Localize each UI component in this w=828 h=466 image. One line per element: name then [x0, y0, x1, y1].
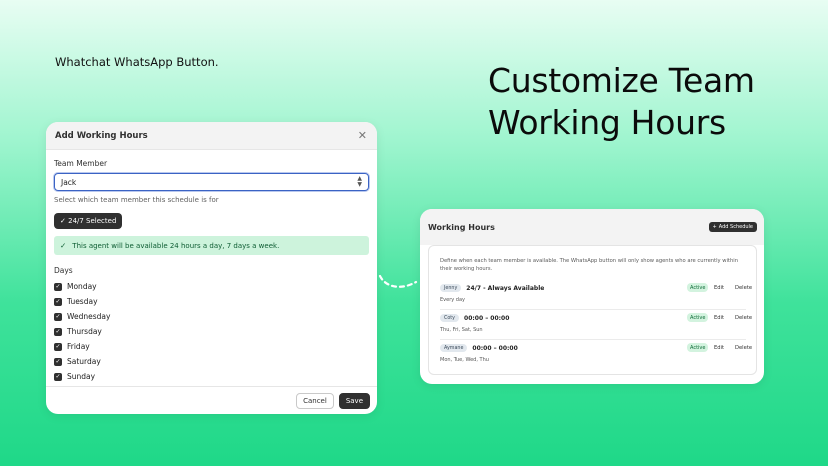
check-icon: ✓ [60, 241, 67, 250]
member-name-badge: Aymane [440, 344, 468, 352]
add-schedule-label: Add Schedule [718, 224, 753, 230]
member-name-badge: Coty [440, 314, 460, 322]
day-label: Friday [67, 342, 90, 351]
close-icon[interactable]: ✕ [358, 130, 367, 141]
day-label: Wednesday [67, 312, 111, 321]
schedule-row: Jenny 24/7 - Always Available Every day … [440, 282, 752, 310]
delete-button[interactable]: Delete [735, 315, 752, 321]
add-working-hours-modal: Add Working Hours ✕ Team Member Jack ▲ ▼ … [46, 122, 377, 414]
checkbox-checked-icon[interactable]: ✓ [54, 357, 62, 366]
connector-decoration [378, 274, 418, 288]
working-hours-description: Define when each team member is availabl… [440, 258, 738, 272]
working-hours-title: Working Hours [428, 223, 495, 232]
modal-footer: Cancel Save [46, 386, 377, 414]
schedule-list-card: Define when each team member is availabl… [428, 245, 757, 375]
schedule-row: Aymane 00:00 – 00:00 Mon, Tue, Wed, Thu … [440, 342, 752, 370]
team-member-value: Jack [61, 177, 77, 187]
chevron-up-down-icon: ▲ ▼ [357, 175, 362, 188]
day-label: Thursday [67, 327, 102, 336]
add-schedule-button[interactable]: + Add Schedule [708, 222, 757, 232]
working-hours-header: Working Hours + Add Schedule [420, 209, 764, 245]
status-badge: Active [687, 313, 709, 322]
availability-banner: ✓ This agent will be available 24 hours … [54, 236, 369, 255]
day-checkbox-friday[interactable]: ✓ Friday [54, 339, 369, 354]
working-hours-panel: Working Hours + Add Schedule Define when… [420, 209, 764, 384]
day-checkbox-saturday[interactable]: ✓ Saturday [54, 354, 369, 369]
headline-line-2: Working Hours [488, 103, 726, 142]
team-member-label: Team Member [54, 159, 108, 168]
day-label: Tuesday [67, 297, 98, 306]
schedule-days: Thu, Fri, Sat, Sun [440, 327, 483, 333]
headline: Customize Team Working Hours [488, 60, 755, 144]
plus-icon: + [712, 224, 717, 230]
day-checkbox-thursday[interactable]: ✓ Thursday [54, 324, 369, 339]
day-checkbox-sunday[interactable]: ✓ Sunday [54, 369, 369, 384]
modal-body: Team Member Jack ▲ ▼ Select which team me… [46, 150, 377, 384]
status-badge: Active [687, 283, 709, 292]
edit-button[interactable]: Edit [714, 345, 724, 351]
days-list: ✓ Monday ✓ Tuesday ✓ Wednesday ✓ Thursda… [54, 279, 369, 384]
schedule-days: Every day [440, 297, 465, 303]
availability-banner-text: This agent will be available 24 hours a … [72, 241, 280, 250]
team-member-help-text: Select which team member this schedule i… [54, 196, 219, 204]
modal-header: Add Working Hours ✕ [46, 122, 377, 150]
day-label: Sunday [67, 372, 96, 381]
checkbox-checked-icon[interactable]: ✓ [54, 327, 62, 336]
team-member-select[interactable]: Jack ▲ ▼ [54, 173, 369, 191]
checkbox-checked-icon[interactable]: ✓ [54, 312, 62, 321]
availability-mode-label: 24/7 Selected [68, 217, 117, 225]
availability-mode-button[interactable]: ✓ 24/7 Selected [54, 213, 123, 229]
schedule-days: Mon, Tue, Wed, Thu [440, 357, 489, 363]
schedule-row: Coty 00:00 – 00:00 Thu, Fri, Sat, Sun Ac… [440, 312, 752, 340]
day-label: Saturday [67, 357, 101, 366]
days-label: Days [54, 266, 73, 275]
schedule-hours: 00:00 – 00:00 [472, 344, 518, 352]
edit-button[interactable]: Edit [714, 315, 724, 321]
delete-button[interactable]: Delete [735, 345, 752, 351]
modal-title: Add Working Hours [55, 130, 148, 141]
headline-line-1: Customize Team [488, 61, 755, 100]
day-checkbox-monday[interactable]: ✓ Monday [54, 279, 369, 294]
schedule-hours: 24/7 - Always Available [466, 284, 545, 292]
checkbox-checked-icon[interactable]: ✓ [54, 372, 62, 381]
schedule-hours: 00:00 – 00:00 [464, 314, 510, 322]
status-badge: Active [687, 343, 709, 352]
save-button[interactable]: Save [338, 392, 370, 409]
day-checkbox-tuesday[interactable]: ✓ Tuesday [54, 294, 369, 309]
delete-button[interactable]: Delete [735, 285, 752, 291]
checkbox-checked-icon[interactable]: ✓ [54, 297, 62, 306]
checkbox-checked-icon[interactable]: ✓ [54, 282, 62, 291]
day-label: Monday [67, 282, 97, 291]
day-checkbox-wednesday[interactable]: ✓ Wednesday [54, 309, 369, 324]
checkbox-checked-icon[interactable]: ✓ [54, 342, 62, 351]
member-name-badge: Jenny [440, 284, 462, 292]
edit-button[interactable]: Edit [714, 285, 724, 291]
brand-name: Whatchat WhatsApp Button. [55, 55, 219, 69]
cancel-button[interactable]: Cancel [296, 392, 334, 409]
check-icon: ✓ [60, 217, 66, 225]
